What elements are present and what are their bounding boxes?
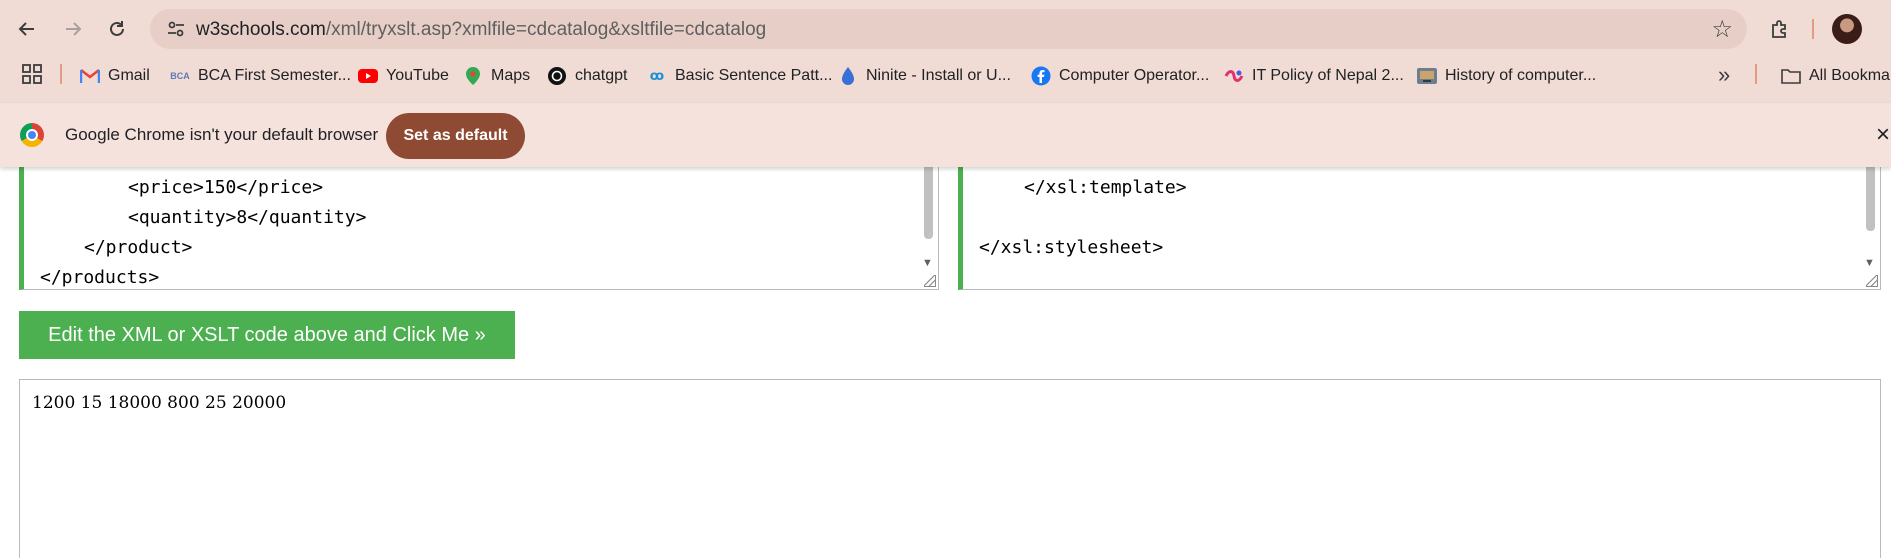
result-output: 1200 15 18000 800 25 20000 [32,393,287,413]
bookmark-label: YouTube [386,67,449,84]
all-bookmarks[interactable]: All Bookmarks [1781,64,1891,88]
code-line: <price>150</price> [128,177,324,198]
resize-grip-icon[interactable] [1866,275,1878,287]
chrome-logo-icon [20,123,44,147]
bookmarks-separator-right [1755,64,1757,84]
facebook-icon [1031,66,1051,86]
infobar-message: Google Chrome isn't your default browser [65,125,379,144]
infobar-close-icon[interactable]: × [1876,121,1890,149]
set-as-default-button[interactable]: Set as default [386,113,525,159]
bookmark-label: IT Policy of Nepal 2... [1252,67,1404,84]
arrow-left-icon [18,22,34,36]
bookmark-history-computer[interactable]: History of computer... [1417,64,1596,88]
bookmark-basic-sentence[interactable]: ꝏ Basic Sentence Patt... [647,64,833,88]
maps-icon [463,66,483,86]
bookmark-label: Basic Sentence Patt... [675,67,833,84]
bookmark-bca[interactable]: BCA BCA First Semester... [170,64,351,88]
bookmark-youtube[interactable]: YouTube [358,64,449,88]
xslt-editor-scrollbar[interactable]: ▼ [1864,151,1876,271]
xslt-code-editor[interactable]: </new-products> </xsl:template> </xsl:st… [958,150,1881,290]
youtube-icon [358,66,378,86]
back-button[interactable] [10,12,44,46]
address-bar[interactable]: w3schools.com/xml/tryxslt.asp?xmlfile=cd… [150,9,1747,49]
apps-grid-icon[interactable] [22,64,42,84]
profile-avatar[interactable] [1832,14,1862,44]
bookmark-computer-operator[interactable]: Computer Operator... [1031,64,1209,88]
reload-icon [110,21,124,36]
bookmark-label: Computer Operator... [1059,67,1210,84]
site-info-icon[interactable] [164,17,188,41]
bca-icon: BCA [170,71,190,81]
bookmark-label: chatgpt [575,67,628,84]
run-transform-button[interactable]: Edit the XML or XSLT code above and Clic… [19,311,515,359]
code-line: </xsl:template> [1024,177,1187,198]
bookmark-gmail[interactable]: Gmail [80,64,150,88]
default-browser-infobar: Google Chrome isn't your default browser… [0,103,1891,167]
bookmark-maps[interactable]: Maps [463,64,530,88]
bookmarks-separator [60,64,62,84]
bookmark-label: Maps [491,67,531,84]
policy-icon [1224,66,1244,86]
url-domain: w3schools.com [196,19,326,40]
toolbar-separator [1812,19,1814,39]
url-text: w3schools.com/xml/tryxslt.asp?xmlfile=cd… [196,19,766,41]
xml-code-editor[interactable]: · <price>150</price> <quantity>8</quanti… [19,150,939,290]
bookmark-label: Ninite - Install or U... [866,67,1011,84]
xml-editor-scrollbar[interactable]: ▼ [922,151,934,271]
url-path: /xml/tryxslt.asp?xmlfile=cdcatalog&xsltf… [325,19,767,40]
bookmark-it-policy[interactable]: IT Policy of Nepal 2... [1224,64,1404,88]
result-frame: 1200 15 18000 800 25 20000 [19,379,1881,558]
code-line: </xsl:stylesheet> [979,237,1164,258]
scroll-down-arrow-icon[interactable]: ▼ [922,257,933,269]
bookmark-label: BCA First Semester... [198,67,351,84]
bookmark-chatgpt[interactable]: chatgpt [547,64,627,88]
scroll-down-arrow-icon[interactable]: ▼ [1864,257,1875,269]
code-line: </product> [84,237,193,258]
bookmark-ninite[interactable]: Ninite - Install or U... [838,64,1011,88]
resize-grip-icon[interactable] [924,275,936,287]
chatgpt-icon [547,66,567,86]
folder-icon [1781,66,1801,86]
arrow-right-icon [66,22,82,36]
browser-window: w3schools.com/xml/tryxslt.asp?xmlfile=cd… [0,0,1891,558]
history-icon [1417,66,1437,86]
extensions-icon[interactable] [1765,14,1795,44]
more-bookmarks-button[interactable]: » [1718,62,1730,88]
bookmark-star-icon[interactable]: ☆ [1711,15,1733,44]
bookmark-label: History of computer... [1445,67,1597,84]
code-line: <quantity>8</quantity> [128,207,367,228]
browser-toolbar: w3schools.com/xml/tryxslt.asp?xmlfile=cd… [0,0,1891,58]
gmail-icon [80,66,100,86]
ninite-icon [838,66,858,86]
bookmark-label: Gmail [108,67,150,84]
code-line: </products> [40,267,160,288]
link-icon: ꝏ [649,68,665,83]
all-bookmarks-label: All Bookmarks [1809,67,1891,84]
forward-button[interactable] [56,12,90,46]
reload-button[interactable] [100,12,134,46]
